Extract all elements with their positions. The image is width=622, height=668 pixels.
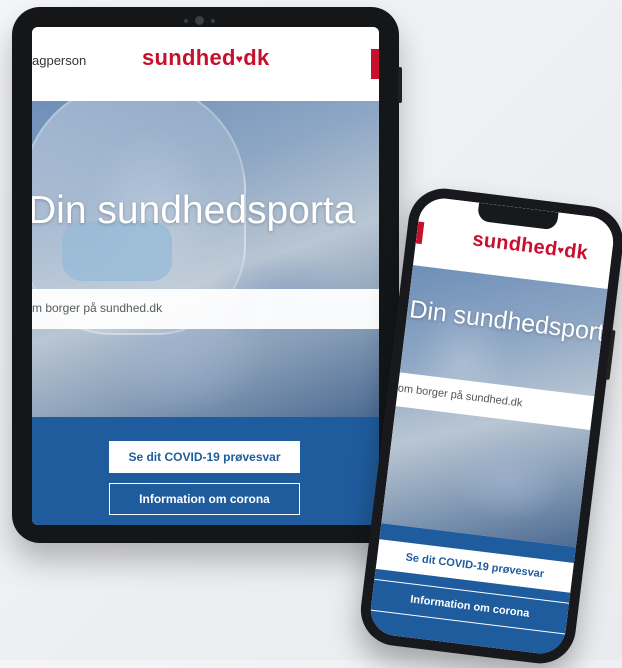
corona-info-button[interactable]: Information om corona: [109, 483, 300, 515]
phone-search-input[interactable]: om borger på sundhed.dk: [395, 372, 595, 431]
tablet-camera: [184, 16, 215, 25]
hero-title: Din sundhedsporta: [32, 189, 356, 232]
phone-side-button: [605, 329, 616, 380]
fagperson-link[interactable]: agperson: [32, 53, 86, 68]
phone-hero-image: Din sundhedsporta om borger på sundhed.d…: [381, 265, 608, 548]
phone-search-placeholder: om borger på sundhed.dk: [397, 382, 524, 410]
covid-panel: Se dit COVID-19 prøvesvar Information om…: [32, 417, 379, 525]
phone-hero-title: Din sundhedsporta: [407, 295, 608, 349]
tablet-screen: agperson sundhed♥dk Din sundhedsporta m …: [32, 27, 379, 525]
phone-covid-panel: Se dit COVID-19 prøvesvar Information om…: [367, 523, 576, 657]
covid-test-result-button[interactable]: Se dit COVID-19 prøvesvar: [109, 441, 300, 473]
tablet-header: agperson sundhed♥dk: [32, 27, 379, 101]
search-placeholder: m borger på sundhed.dk: [32, 301, 163, 315]
hero-image: Din sundhedsporta m borger på sundhed.dk: [32, 101, 379, 417]
menu-button[interactable]: [371, 49, 379, 79]
sundhed-logo[interactable]: sundhed♥dk: [142, 45, 270, 71]
phone-menu-button[interactable]: [415, 221, 425, 245]
phone-sundhed-logo[interactable]: sundhed♥dk: [471, 228, 589, 265]
tablet-device: agperson sundhed♥dk Din sundhedsporta m …: [12, 7, 402, 543]
tablet-side-button: [398, 67, 402, 103]
phone-screen: sundhed♥dk Din sundhedsporta om borger p…: [367, 195, 617, 657]
search-input[interactable]: m borger på sundhed.dk: [32, 289, 379, 329]
